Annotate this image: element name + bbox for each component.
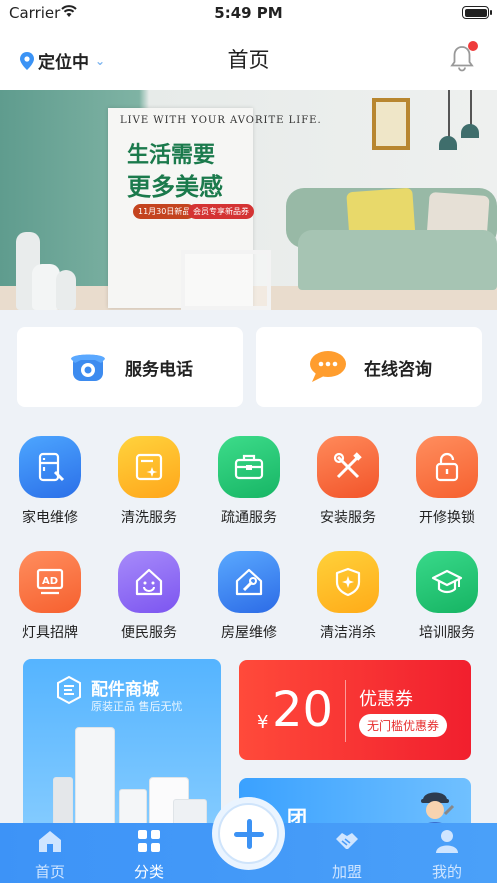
banner-tag: 11月30日新品 [133,204,196,219]
plus-icon [218,803,279,864]
cleaning-icon [118,436,180,498]
banner-lamp-shade [461,124,479,138]
service-install[interactable]: 安装服务 [303,436,393,527]
coupon-divider [345,680,346,742]
smile-house-icon [118,551,180,613]
status-time: 5:49 PM [214,4,283,22]
service-label: 清洗服务 [121,510,177,526]
service-lock[interactable]: 开修换锁 [402,436,492,527]
service-house-repair[interactable]: 房屋维修 [204,551,294,642]
handshake-icon [336,833,358,849]
plus-icon-bar [246,819,252,849]
banner-picture-frame [372,98,410,150]
service-cleaning[interactable]: 清洗服务 [104,436,194,527]
service-phone-button[interactable]: 服务电话 [17,327,243,407]
parts-mall-title: 配件商城 [91,680,159,700]
service-label: 灯具招牌 [22,625,78,641]
grid-icon [138,830,160,852]
service-label: 疏通服务 [221,510,277,526]
nav-bar: 定位中 ⌄ 首页 [0,28,497,90]
lock-icon [416,436,478,498]
service-label: 家电维修 [22,510,78,526]
shield-sparkle-icon [317,551,379,613]
tab-home[interactable]: 首页 [10,823,90,883]
service-drain[interactable]: 疏通服务 [204,436,294,527]
service-label: 培训服务 [419,625,475,641]
banner-lamp-shade [439,136,457,150]
coupon-currency: ¥ [257,712,269,733]
banner-tag: 会员专享新品券 [188,204,254,219]
service-disinfection[interactable]: 清洁消杀 [303,551,393,642]
banner-headline-1: 生活需要 [127,143,216,168]
wrench-screwdriver-icon [317,436,379,498]
banner-lamp-cord [448,90,450,140]
service-phone-label: 服务电话 [125,359,193,380]
service-label: 安装服务 [320,510,376,526]
coupon-card[interactable]: ¥ 20 优惠券 无门槛优惠券 [239,660,471,760]
appliance-repair-icon [19,436,81,498]
tab-category[interactable]: 分类 [109,823,189,883]
ad-sign-icon: AD [19,551,81,613]
parts-mall-subtitle: 原装正品 售后无忧 [91,700,183,713]
service-appliance-repair[interactable]: 家电维修 [5,436,95,527]
user-icon [436,830,458,853]
service-label: 便民服务 [121,625,177,641]
banner-lamp-cord [470,90,472,128]
tab-franchise[interactable]: 加盟 [307,823,387,883]
tab-label: 首页 [34,863,65,881]
coupon-tag: 无门槛优惠券 [359,714,448,737]
graduation-cap-icon [416,551,478,613]
service-label: 开修换锁 [419,510,475,526]
banner-sofa-seat [298,230,497,290]
center-add-button[interactable] [212,797,285,870]
tab-label: 加盟 [331,863,362,881]
notification-button[interactable] [449,41,478,72]
notification-badge [468,41,478,51]
service-label: 清洁消杀 [320,625,376,641]
chat-bubble-icon [310,351,346,382]
home-icon [39,831,61,852]
banner-shelf [181,250,271,310]
banner-tagline: LIVE WITH YOUR AVORITE LIFE. [120,115,322,126]
coupon-amount: 20 [272,682,334,738]
parts-mall-logo-icon [57,675,81,705]
service-lighting-sign[interactable]: AD 灯具招牌 [5,551,95,642]
service-training[interactable]: 培训服务 [402,551,492,642]
page-title: 首页 [227,48,270,72]
coupon-title: 优惠券 [359,689,413,710]
toolbox-icon [218,436,280,498]
service-label: 房屋维修 [221,625,277,641]
online-consult-label: 在线咨询 [364,359,432,380]
battery-icon [462,6,492,19]
house-wrench-icon [218,551,280,613]
banner-headline-2: 更多美感 [127,173,223,201]
status-bar: Carrier 5:49 PM [0,0,497,28]
tab-label: 分类 [133,863,164,881]
tab-label: 我的 [431,863,462,881]
online-consult-button[interactable]: 在线咨询 [256,327,482,407]
service-convenience[interactable]: 便民服务 [104,551,194,642]
svg-text:AD: AD [42,576,58,587]
tab-mine[interactable]: 我的 [407,823,487,883]
repair-worker-icon [421,792,455,828]
phone-icon [71,354,105,381]
banner-vase [56,270,76,310]
promo-banner[interactable]: LIVE WITH YOUR AVORITE LIFE. 生活需要 更多美感 1… [0,90,497,310]
